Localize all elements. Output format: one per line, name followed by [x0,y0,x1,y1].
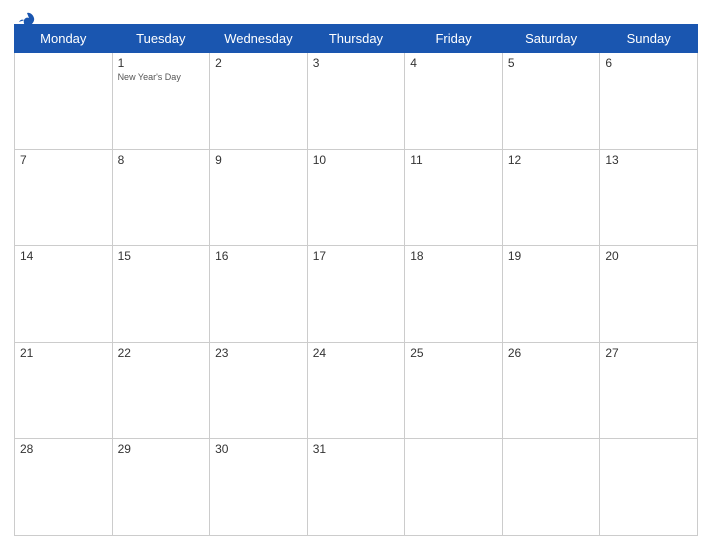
calendar-week-row: 28 29 30 31 [15,439,698,536]
calendar-cell: 8 [112,149,210,246]
calendar-cell: 7 [15,149,113,246]
day-number: 27 [605,346,692,360]
calendar-cell: 12 [502,149,600,246]
day-number: 8 [118,153,205,167]
calendar-cell: 31 [307,439,405,536]
calendar-cell: 15 [112,246,210,343]
calendar-cell: 29 [112,439,210,536]
calendar-cell: 16 [210,246,308,343]
day-number: 2 [215,56,302,70]
weekday-header-thursday: Thursday [307,25,405,53]
calendar-week-row: 21 22 23 24 25 26 27 [15,342,698,439]
calendar-cell: 11 [405,149,503,246]
calendar-cell: 3 [307,53,405,150]
calendar-thead: MondayTuesdayWednesdayThursdayFridaySatu… [15,25,698,53]
day-number: 9 [215,153,302,167]
weekday-header-saturday: Saturday [502,25,600,53]
day-number: 1 [118,56,205,70]
calendar-cell: 28 [15,439,113,536]
calendar-cell: 24 [307,342,405,439]
calendar-cell: 20 [600,246,698,343]
calendar-cell: 5 [502,53,600,150]
day-number: 30 [215,442,302,456]
day-number: 19 [508,249,595,263]
calendar-cell: 17 [307,246,405,343]
weekday-header-row: MondayTuesdayWednesdayThursdayFridaySatu… [15,25,698,53]
day-number: 11 [410,153,497,167]
day-number: 6 [605,56,692,70]
day-number: 13 [605,153,692,167]
calendar-tbody: 1New Year's Day2345678910111213141516171… [15,53,698,536]
day-number: 5 [508,56,595,70]
weekday-header-tuesday: Tuesday [112,25,210,53]
calendar-cell [405,439,503,536]
calendar-cell: 14 [15,246,113,343]
day-number: 22 [118,346,205,360]
calendar-cell: 26 [502,342,600,439]
calendar-cell: 27 [600,342,698,439]
day-number: 28 [20,442,107,456]
day-number: 26 [508,346,595,360]
calendar-cell: 2 [210,53,308,150]
calendar-cell: 22 [112,342,210,439]
calendar-cell: 25 [405,342,503,439]
calendar-cell: 30 [210,439,308,536]
day-number: 16 [215,249,302,263]
day-number: 17 [313,249,400,263]
calendar-table: MondayTuesdayWednesdayThursdayFridaySatu… [14,24,698,536]
calendar-cell: 9 [210,149,308,246]
day-number: 24 [313,346,400,360]
calendar-cell: 1 New Year's Day [112,53,210,150]
day-number: 15 [118,249,205,263]
day-number: 3 [313,56,400,70]
weekday-header-wednesday: Wednesday [210,25,308,53]
calendar-cell: 18 [405,246,503,343]
weekday-header-sunday: Sunday [600,25,698,53]
calendar-cell [600,439,698,536]
day-number: 18 [410,249,497,263]
calendar-week-row: 1 New Year's Day 23456 [15,53,698,150]
day-number: 14 [20,249,107,263]
day-number: 10 [313,153,400,167]
holiday-label: New Year's Day [118,72,205,83]
logo-bird-icon [16,10,38,32]
logo-area [14,10,38,32]
calendar-cell: 19 [502,246,600,343]
day-number: 23 [215,346,302,360]
calendar-cell: 23 [210,342,308,439]
calendar-header [14,10,698,18]
day-number: 25 [410,346,497,360]
calendar-cell: 4 [405,53,503,150]
day-number: 20 [605,249,692,263]
day-number: 29 [118,442,205,456]
calendar-cell: 10 [307,149,405,246]
day-number: 4 [410,56,497,70]
day-number: 12 [508,153,595,167]
calendar-cell [502,439,600,536]
calendar-cell [15,53,113,150]
calendar-container: MondayTuesdayWednesdayThursdayFridaySatu… [0,0,712,550]
calendar-week-row: 789 10 11 12 13 [15,149,698,246]
calendar-cell: 6 [600,53,698,150]
day-number: 31 [313,442,400,456]
calendar-cell: 13 [600,149,698,246]
weekday-header-friday: Friday [405,25,503,53]
calendar-cell: 21 [15,342,113,439]
calendar-week-row: 14 15 16 17 18 19 20 [15,246,698,343]
day-number: 21 [20,346,107,360]
day-number: 7 [20,153,107,167]
